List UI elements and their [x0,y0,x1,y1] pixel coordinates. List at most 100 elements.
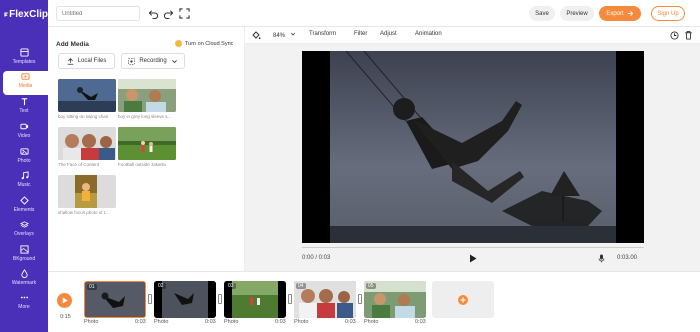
export-button[interactable]: Export [599,6,641,21]
adjust-button[interactable]: Adjust [380,31,397,37]
upload-icon [67,57,73,65]
media-icon [21,73,30,80]
project-title-input[interactable] [56,6,140,21]
media-caption: boy in grey long sleeve s... [118,114,172,119]
clock-icon[interactable] [670,31,679,40]
trash-icon[interactable] [684,30,693,40]
clip-number: 04 [296,283,306,289]
panel-title: Add Media [56,41,89,48]
preview-button[interactable]: Preview [560,6,594,21]
sidebar-item-photo[interactable]: Photo [0,146,48,170]
media-thumbnail-football[interactable] [118,127,176,160]
flexclip-logo-icon [4,11,8,17]
boy-on-swing-preview-image [302,50,644,243]
filter-button[interactable]: Filter [354,31,367,37]
background-icon [19,245,29,254]
media-panel: Add Media Turn on Cloud Sync Local Files… [48,27,245,271]
clip-duration: 0:03.00 [617,255,638,261]
app-logo[interactable]: FlexClip [4,7,48,21]
media-thumbnail-grey-sleeve[interactable] [118,79,176,112]
clip-duration-label: 0:03 [345,319,356,325]
templates-icon [19,48,29,57]
paint-bucket-icon[interactable] [251,30,261,40]
sidebar-item-label: Photo [17,158,31,164]
playback-progress-bar[interactable] [302,247,644,248]
media-caption: The Face of Content [58,162,100,167]
media-thumbnail-face-of-content[interactable] [58,127,116,160]
play-icon[interactable] [469,254,477,263]
media-thumbnail-shallow-focus[interactable] [58,175,116,208]
sidebar-item-overlays[interactable]: Overlays [0,219,48,243]
sidebar-item-media[interactable]: Media [3,71,48,95]
chevron-down-icon [171,59,177,63]
sidebar: FlexClip Templates Media Text Video Phot… [0,0,48,332]
sidebar-item-music[interactable]: Music [0,170,48,194]
timeline-play-button[interactable] [57,293,72,308]
sidebar-item-label: BKground [12,256,36,262]
timeline-clip[interactable]: 01 [84,281,146,318]
sidebar-item-background[interactable]: BKground [0,244,48,268]
save-button[interactable]: Save [529,6,555,21]
transition-button[interactable] [358,294,362,304]
play-icon [62,297,68,304]
transform-button[interactable]: Transform [309,31,336,37]
media-thumbnail-swing[interactable] [58,79,116,112]
add-clip-button[interactable] [432,281,494,318]
zoom-dropdown[interactable]: 84% [273,31,296,39]
sidebar-item-text[interactable]: Text [0,96,48,120]
clip-number: 05 [366,283,376,289]
timeline-clip[interactable]: 02 [154,281,216,318]
child-outdoor-image [58,175,116,208]
top-bar: Save Preview Export Sign Up [48,0,700,27]
clip-duration-label: 0:03 [205,319,216,325]
sidebar-item-templates[interactable]: Templates [0,47,48,71]
local-files-button[interactable]: Local Files [58,53,115,69]
total-duration: 0:15 [60,314,71,320]
undo-icon[interactable] [148,8,159,19]
plus-icon [458,294,468,305]
current-time: 0:00 / 0:03 [302,255,331,261]
clip-type-label: Photo [154,319,169,325]
cloud-sync-icon [175,40,182,47]
transition-button[interactable] [288,294,292,304]
sidebar-item-watermark[interactable]: Watermark [0,268,48,292]
sidebar-item-label: Media [18,83,33,89]
recording-label: Recording [139,58,167,64]
cloud-sync-toggle[interactable]: Turn on Cloud Sync [175,40,233,47]
sidebar-item-label: Overlays [14,231,34,237]
video-preview[interactable] [302,50,644,243]
redo-icon[interactable] [163,8,174,19]
fullscreen-icon[interactable] [179,8,190,19]
clip-type-label: Photo [364,319,379,325]
clip-duration-label: 0:03 [275,319,286,325]
chevron-down-icon [290,32,295,36]
video-icon [19,123,28,130]
logo-text: FlexClip [9,8,48,20]
recording-button[interactable]: Recording [121,53,185,69]
photo-icon [19,148,29,155]
boy-in-classroom-image [118,79,176,112]
sidebar-item-more[interactable]: More [0,292,48,316]
sidebar-item-video[interactable]: Video [0,121,48,145]
zoom-value: 84% [273,33,286,39]
animation-button[interactable]: Animation [415,31,442,37]
overlays-icon [19,221,29,228]
clip-number: 03 [226,283,236,289]
sidebar-item-label: Templates [12,59,36,65]
export-label: Export [606,10,624,17]
sidebar-item-elements[interactable]: Elements [0,195,48,219]
signup-button[interactable]: Sign Up [651,6,685,21]
sidebar-item-label: Text [19,108,29,114]
timeline-clip[interactable]: 05 [364,281,426,318]
clip-number: 02 [156,283,166,289]
microphone-icon[interactable] [598,254,605,263]
edit-toolbar: 84% Transform Filter Adjust Animation [245,27,700,44]
media-caption: Football outside Jakarta [118,162,166,167]
transition-button[interactable] [218,294,222,304]
timeline-clip[interactable]: 03 [224,281,286,318]
sidebar-item-label: Watermark [11,280,37,286]
timeline: 0:15 01 Photo 0:03 02 Photo 0:03 03 Phot… [48,271,700,332]
sidebar-item-label: More [18,304,30,310]
timeline-clip[interactable]: 04 [294,281,356,318]
transition-button[interactable] [148,294,152,304]
